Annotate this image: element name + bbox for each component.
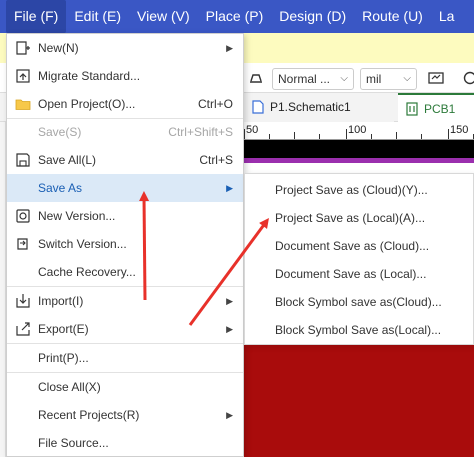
menu-edit[interactable]: Edit (E) [66,0,129,33]
canvas-header-band [244,140,474,158]
submenu-item-block-symbol-save-local[interactable]: Block Symbol Save as(Local)... [245,316,473,344]
unit-value: mil [366,72,382,86]
submenu-arrow-icon: ▶ [226,410,233,420]
menu-item-label: Save As [38,181,83,195]
menu-file[interactable]: File (F) [6,0,67,33]
submenu-item-label: Block Symbol Save as(Local)... [275,323,442,337]
menu-item-label: File Source... [38,436,109,450]
submenu-arrow-icon: ▶ [226,183,233,193]
ruler-tick [346,129,347,139]
switch-version-icon [17,238,28,250]
menu-item-new-version[interactable]: New Version... [7,202,243,230]
measure-icon[interactable] [428,71,444,85]
submenu-item-label: Document Save as (Cloud)... [275,239,430,253]
ruler-tick [269,134,270,139]
menu-item-shortcut: Ctrl+O [197,97,233,111]
ruler-tick [396,132,397,139]
menu-item-save-all[interactable]: Save All(L) Ctrl+S [7,146,243,174]
submenu-item-label: Document Save as (Local)... [275,267,427,281]
menu-item-label: Import(I) [38,294,84,308]
schematic-file-icon [252,100,264,114]
submenu-item-document-save-local[interactable]: Document Save as (Local)... [245,260,473,288]
menu-item-shortcut: Ctrl+Shift+S [168,125,233,139]
submenu-arrow-icon: ▶ [226,324,233,334]
menu-item-label: Cache Recovery... [38,265,136,279]
tab-schematic[interactable]: P1.Schematic1 [244,93,394,122]
menu-item-file-source[interactable]: File Source... [7,429,243,457]
menu-item-recent-projects[interactable]: Recent Projects(R) ▶ [7,401,243,429]
ruler-tick [421,134,422,139]
menu-item-label: Close All(X) [38,380,101,394]
tab-schematic-label: P1.Schematic1 [270,100,351,114]
menu-item-label: New Version... [38,209,116,223]
menu-item-print[interactable]: Print(P)... [7,344,243,372]
new-version-icon [16,209,30,223]
ruler: 50 100 150 [244,122,474,140]
circle-tool-icon[interactable] [462,71,474,85]
menu-item-switch-version[interactable]: Switch Version... [7,230,243,258]
menu-item-save-as[interactable]: Save As ▶ [7,174,243,202]
menu-item-label: New(N) [38,41,79,55]
menu-item-close-all[interactable]: Close All(X) [7,373,243,401]
line-style-select[interactable]: Normal ... ⌵ [272,68,354,90]
line-style-value: Normal ... [278,72,331,86]
pcb-canvas[interactable] [244,343,474,457]
chevron-down-icon: ⌵ [340,73,348,84]
menu-item-label: Print(P)... [38,351,89,365]
menu-item-label: Save(S) [38,125,82,139]
chevron-down-icon: ⌵ [403,73,411,84]
submenu-item-block-symbol-save-cloud[interactable]: Block Symbol save as(Cloud)... [245,288,473,316]
submenu-arrow-icon: ▶ [226,296,233,306]
menu-item-shortcut: Ctrl+S [199,153,233,167]
menu-item-label: Switch Version... [38,237,127,251]
tab-pcb[interactable]: PCB1 [398,93,474,122]
menu-item-label: Export(E) [38,322,89,336]
export-icon [16,322,30,336]
menubar: File (F) Edit (E) View (V) Place (P) Des… [0,0,474,33]
unit-select[interactable]: mil ⌵ [360,68,417,90]
ruler-tick [294,132,295,139]
menu-view[interactable]: View (V) [129,0,198,33]
menu-item-new[interactable]: New(N) ▶ [7,34,243,62]
menu-design[interactable]: Design (D) [271,0,354,33]
submenu-item-label: Block Symbol save as(Cloud)... [275,295,442,309]
ruler-tick [319,134,320,139]
menu-place[interactable]: Place (P) [198,0,272,33]
menu-layer[interactable]: La [431,0,463,33]
submenu-item-document-save-cloud[interactable]: Document Save as (Cloud)... [245,232,473,260]
submenu-arrow-icon: ▶ [226,43,233,53]
pcb-file-icon [406,102,418,116]
submenu-item-label: Project Save as (Local)(A)... [275,211,426,225]
ruler-label: 100 [348,124,367,136]
submenu-item-project-save-cloud[interactable]: Project Save as (Cloud)(Y)... [245,176,473,204]
tab-pcb-label: PCB1 [424,102,456,116]
ruler-tick [371,134,372,139]
hat-icon[interactable] [248,71,264,85]
ruler-tick [448,129,449,139]
menu-item-migrate-standard[interactable]: Migrate Standard... [7,62,243,90]
menu-item-import[interactable]: Import(I) ▶ [7,287,243,315]
menu-item-label: Migrate Standard... [38,69,141,83]
menu-item-label: Recent Projects(R) [38,408,140,422]
new-document-icon [16,41,30,55]
menu-item-open-project[interactable]: Open Project(O)... Ctrl+O [7,90,243,118]
ruler-label: 50 [246,124,259,136]
import-icon [16,294,30,308]
file-menu: New(N) ▶ Migrate Standard... Open Projec… [6,33,244,457]
folder-icon [15,99,31,110]
menu-item-save[interactable]: Save(S) Ctrl+Shift+S [7,118,243,146]
ruler-tick [244,129,245,139]
menu-route[interactable]: Route (U) [354,0,431,33]
menu-item-label: Save All(L) [38,153,97,167]
menu-item-label: Open Project(O)... [38,97,136,111]
submenu-item-project-save-local[interactable]: Project Save as (Local)(A)... [245,204,473,232]
save-all-icon [16,153,30,167]
ruler-label: 150 [450,124,469,136]
save-as-submenu: Project Save as (Cloud)(Y)... Project Sa… [244,173,474,345]
submenu-item-label: Project Save as (Cloud)(Y)... [275,183,428,197]
migrate-icon [16,69,30,83]
menu-item-export[interactable]: Export(E) ▶ [7,315,243,343]
menu-item-cache-recovery[interactable]: Cache Recovery... [7,258,243,286]
